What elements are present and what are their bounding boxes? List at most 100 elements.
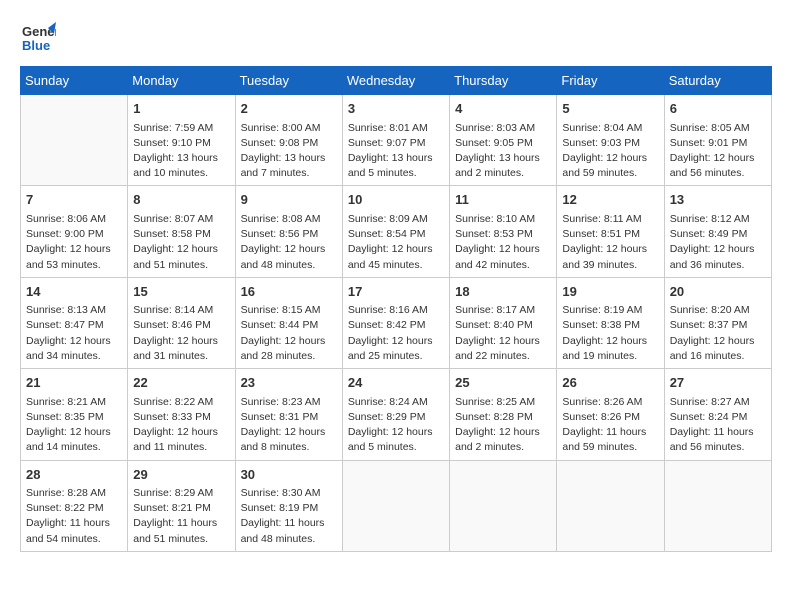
day-info: Sunrise: 8:12 AM Sunset: 8:49 PM Dayligh… <box>670 212 766 273</box>
day-info: Sunrise: 8:14 AM Sunset: 8:46 PM Dayligh… <box>133 303 229 364</box>
day-info: Sunrise: 8:16 AM Sunset: 8:42 PM Dayligh… <box>348 303 444 364</box>
day-cell: 23Sunrise: 8:23 AM Sunset: 8:31 PM Dayli… <box>235 369 342 460</box>
day-cell: 14Sunrise: 8:13 AM Sunset: 8:47 PM Dayli… <box>21 277 128 368</box>
day-cell: 27Sunrise: 8:27 AM Sunset: 8:24 PM Dayli… <box>664 369 771 460</box>
day-cell <box>557 460 664 551</box>
day-info: Sunrise: 8:04 AM Sunset: 9:03 PM Dayligh… <box>562 121 658 182</box>
day-number: 16 <box>241 282 337 302</box>
day-cell: 24Sunrise: 8:24 AM Sunset: 8:29 PM Dayli… <box>342 369 449 460</box>
day-cell: 15Sunrise: 8:14 AM Sunset: 8:46 PM Dayli… <box>128 277 235 368</box>
day-number: 8 <box>133 190 229 210</box>
day-number: 10 <box>348 190 444 210</box>
day-info: Sunrise: 8:17 AM Sunset: 8:40 PM Dayligh… <box>455 303 551 364</box>
day-cell: 12Sunrise: 8:11 AM Sunset: 8:51 PM Dayli… <box>557 186 664 277</box>
day-cell: 13Sunrise: 8:12 AM Sunset: 8:49 PM Dayli… <box>664 186 771 277</box>
day-number: 22 <box>133 373 229 393</box>
day-number: 14 <box>26 282 122 302</box>
week-row-2: 7Sunrise: 8:06 AM Sunset: 9:00 PM Daylig… <box>21 186 772 277</box>
day-cell: 9Sunrise: 8:08 AM Sunset: 8:56 PM Daylig… <box>235 186 342 277</box>
logo-icon: General Blue <box>20 20 56 56</box>
day-cell: 4Sunrise: 8:03 AM Sunset: 9:05 PM Daylig… <box>450 95 557 186</box>
day-number: 12 <box>562 190 658 210</box>
day-cell: 29Sunrise: 8:29 AM Sunset: 8:21 PM Dayli… <box>128 460 235 551</box>
week-row-3: 14Sunrise: 8:13 AM Sunset: 8:47 PM Dayli… <box>21 277 772 368</box>
day-number: 24 <box>348 373 444 393</box>
header-cell-tuesday: Tuesday <box>235 67 342 95</box>
day-number: 15 <box>133 282 229 302</box>
header-cell-saturday: Saturday <box>664 67 771 95</box>
day-info: Sunrise: 7:59 AM Sunset: 9:10 PM Dayligh… <box>133 121 229 182</box>
day-number: 17 <box>348 282 444 302</box>
header-cell-wednesday: Wednesday <box>342 67 449 95</box>
header-cell-sunday: Sunday <box>21 67 128 95</box>
day-info: Sunrise: 8:07 AM Sunset: 8:58 PM Dayligh… <box>133 212 229 273</box>
day-cell: 1Sunrise: 7:59 AM Sunset: 9:10 PM Daylig… <box>128 95 235 186</box>
week-row-5: 28Sunrise: 8:28 AM Sunset: 8:22 PM Dayli… <box>21 460 772 551</box>
day-number: 20 <box>670 282 766 302</box>
day-number: 11 <box>455 190 551 210</box>
day-number: 1 <box>133 99 229 119</box>
day-cell: 17Sunrise: 8:16 AM Sunset: 8:42 PM Dayli… <box>342 277 449 368</box>
day-number: 27 <box>670 373 766 393</box>
day-info: Sunrise: 8:08 AM Sunset: 8:56 PM Dayligh… <box>241 212 337 273</box>
day-cell: 20Sunrise: 8:20 AM Sunset: 8:37 PM Dayli… <box>664 277 771 368</box>
day-number: 2 <box>241 99 337 119</box>
day-cell: 21Sunrise: 8:21 AM Sunset: 8:35 PM Dayli… <box>21 369 128 460</box>
day-number: 9 <box>241 190 337 210</box>
day-info: Sunrise: 8:20 AM Sunset: 8:37 PM Dayligh… <box>670 303 766 364</box>
day-info: Sunrise: 8:23 AM Sunset: 8:31 PM Dayligh… <box>241 395 337 456</box>
day-info: Sunrise: 8:00 AM Sunset: 9:08 PM Dayligh… <box>241 121 337 182</box>
day-cell: 2Sunrise: 8:00 AM Sunset: 9:08 PM Daylig… <box>235 95 342 186</box>
day-cell: 30Sunrise: 8:30 AM Sunset: 8:19 PM Dayli… <box>235 460 342 551</box>
header-cell-friday: Friday <box>557 67 664 95</box>
week-row-1: 1Sunrise: 7:59 AM Sunset: 9:10 PM Daylig… <box>21 95 772 186</box>
day-cell: 5Sunrise: 8:04 AM Sunset: 9:03 PM Daylig… <box>557 95 664 186</box>
day-cell <box>342 460 449 551</box>
day-cell: 19Sunrise: 8:19 AM Sunset: 8:38 PM Dayli… <box>557 277 664 368</box>
header-row: SundayMondayTuesdayWednesdayThursdayFrid… <box>21 67 772 95</box>
day-number: 7 <box>26 190 122 210</box>
day-cell <box>664 460 771 551</box>
day-number: 21 <box>26 373 122 393</box>
page-header: General Blue <box>20 20 772 56</box>
header-cell-monday: Monday <box>128 67 235 95</box>
logo: General Blue <box>20 20 56 56</box>
day-number: 30 <box>241 465 337 485</box>
day-info: Sunrise: 8:03 AM Sunset: 9:05 PM Dayligh… <box>455 121 551 182</box>
day-info: Sunrise: 8:22 AM Sunset: 8:33 PM Dayligh… <box>133 395 229 456</box>
day-number: 23 <box>241 373 337 393</box>
day-number: 13 <box>670 190 766 210</box>
day-cell: 6Sunrise: 8:05 AM Sunset: 9:01 PM Daylig… <box>664 95 771 186</box>
day-number: 29 <box>133 465 229 485</box>
day-cell: 3Sunrise: 8:01 AM Sunset: 9:07 PM Daylig… <box>342 95 449 186</box>
day-info: Sunrise: 8:05 AM Sunset: 9:01 PM Dayligh… <box>670 121 766 182</box>
header-cell-thursday: Thursday <box>450 67 557 95</box>
day-info: Sunrise: 8:27 AM Sunset: 8:24 PM Dayligh… <box>670 395 766 456</box>
day-info: Sunrise: 8:01 AM Sunset: 9:07 PM Dayligh… <box>348 121 444 182</box>
day-cell: 25Sunrise: 8:25 AM Sunset: 8:28 PM Dayli… <box>450 369 557 460</box>
day-number: 3 <box>348 99 444 119</box>
day-number: 4 <box>455 99 551 119</box>
day-info: Sunrise: 8:30 AM Sunset: 8:19 PM Dayligh… <box>241 486 337 547</box>
day-info: Sunrise: 8:09 AM Sunset: 8:54 PM Dayligh… <box>348 212 444 273</box>
day-cell: 16Sunrise: 8:15 AM Sunset: 8:44 PM Dayli… <box>235 277 342 368</box>
day-cell: 26Sunrise: 8:26 AM Sunset: 8:26 PM Dayli… <box>557 369 664 460</box>
day-info: Sunrise: 8:25 AM Sunset: 8:28 PM Dayligh… <box>455 395 551 456</box>
day-cell <box>450 460 557 551</box>
day-cell: 10Sunrise: 8:09 AM Sunset: 8:54 PM Dayli… <box>342 186 449 277</box>
day-cell: 28Sunrise: 8:28 AM Sunset: 8:22 PM Dayli… <box>21 460 128 551</box>
day-info: Sunrise: 8:26 AM Sunset: 8:26 PM Dayligh… <box>562 395 658 456</box>
day-number: 19 <box>562 282 658 302</box>
day-number: 18 <box>455 282 551 302</box>
day-info: Sunrise: 8:21 AM Sunset: 8:35 PM Dayligh… <box>26 395 122 456</box>
day-info: Sunrise: 8:11 AM Sunset: 8:51 PM Dayligh… <box>562 212 658 273</box>
calendar-table: SundayMondayTuesdayWednesdayThursdayFrid… <box>20 66 772 552</box>
day-number: 6 <box>670 99 766 119</box>
day-number: 5 <box>562 99 658 119</box>
day-info: Sunrise: 8:15 AM Sunset: 8:44 PM Dayligh… <box>241 303 337 364</box>
day-info: Sunrise: 8:06 AM Sunset: 9:00 PM Dayligh… <box>26 212 122 273</box>
day-info: Sunrise: 8:13 AM Sunset: 8:47 PM Dayligh… <box>26 303 122 364</box>
day-info: Sunrise: 8:10 AM Sunset: 8:53 PM Dayligh… <box>455 212 551 273</box>
day-info: Sunrise: 8:29 AM Sunset: 8:21 PM Dayligh… <box>133 486 229 547</box>
day-info: Sunrise: 8:24 AM Sunset: 8:29 PM Dayligh… <box>348 395 444 456</box>
